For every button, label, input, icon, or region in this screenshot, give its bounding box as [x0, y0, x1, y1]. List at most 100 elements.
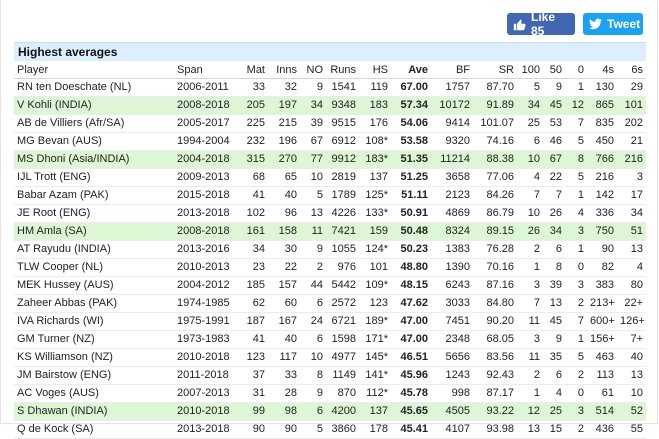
cell-span: 2007-2013 — [174, 384, 234, 403]
cell-sr: 84.26 — [473, 186, 517, 205]
cell-fours: 130 — [587, 78, 617, 97]
cell-ave: 53.58 — [391, 132, 431, 151]
cell-fifties: 9 — [543, 330, 565, 349]
cell-hundreds: 10 — [517, 150, 543, 169]
facebook-like-button[interactable]: Like 85 — [507, 10, 575, 38]
cell-hundreds: 5 — [517, 78, 543, 97]
column-header-fours: 4s — [587, 61, 617, 79]
cell-no: 39 — [300, 114, 326, 133]
cell-mat: 68 — [234, 168, 268, 187]
cell-fours: 142 — [587, 186, 617, 205]
cell-hundreds: 34 — [517, 96, 543, 115]
cell-ducks: 2 — [565, 420, 587, 439]
cell-player: V Kohli (INDIA) — [14, 96, 174, 115]
cell-player: IJL Trott (ENG) — [14, 168, 174, 187]
cell-ducks: 3 — [565, 222, 587, 241]
cell-fifties: 67 — [543, 150, 565, 169]
cell-span: 2010-2013 — [174, 258, 234, 277]
cell-no: 10 — [300, 348, 326, 367]
cell-sixes: 21 — [617, 132, 646, 151]
cell-ducks: 0 — [565, 384, 587, 403]
cell-fifties: 35 — [543, 348, 565, 367]
cell-fours: 450 — [587, 132, 617, 151]
cell-player: AB de Villiers (Afr/SA) — [14, 114, 174, 133]
cell-runs: 1598 — [326, 330, 359, 349]
cell-hs: 145* — [359, 348, 391, 367]
cell-runs: 2572 — [326, 294, 359, 313]
cell-runs: 1789 — [326, 186, 359, 205]
cell-runs: 6912 — [326, 132, 359, 151]
cell-inns: 40 — [268, 330, 300, 349]
cell-hundreds: 12 — [517, 402, 543, 421]
cell-hs: 176 — [359, 114, 391, 133]
cell-fifties: 22 — [543, 168, 565, 187]
cell-mat: 62 — [234, 294, 268, 313]
cell-sixes: 101 — [617, 96, 646, 115]
column-header-sr: SR — [473, 61, 517, 79]
cell-player: JM Bairstow (ENG) — [14, 366, 174, 385]
cell-hs: 137 — [359, 402, 391, 421]
table-row: AB de Villiers (Afr/SA) 2005-2017 225 215 39… — [14, 114, 646, 133]
cell-inns: 215 — [268, 114, 300, 133]
tweet-button[interactable]: Tweet — [583, 13, 643, 35]
cell-ducks: 2 — [565, 366, 587, 385]
cell-fifties: 53 — [543, 114, 565, 133]
cell-hundreds: 11 — [517, 348, 543, 367]
cell-no: 34 — [300, 96, 326, 115]
column-header-bf: BF — [431, 61, 473, 79]
cell-hs: 183 — [359, 96, 391, 115]
cell-no: 9 — [300, 384, 326, 403]
cell-bf: 11214 — [431, 150, 473, 169]
cell-ducks: 1 — [565, 330, 587, 349]
table-row: JM Bairstow (ENG) 2011-2018 37 33 8 1149 141* 4… — [14, 366, 646, 385]
cell-ave: 45.78 — [391, 384, 431, 403]
cell-ave: 47.62 — [391, 294, 431, 313]
cell-span: 2015-2018 — [174, 186, 234, 205]
cell-sixes: 3 — [617, 168, 646, 187]
twitter-bird-icon — [589, 18, 602, 30]
cell-mat: 33 — [234, 78, 268, 97]
cell-mat: 225 — [234, 114, 268, 133]
cell-sr: 88.38 — [473, 150, 517, 169]
cell-inns: 30 — [268, 240, 300, 259]
cell-hundreds: 11 — [517, 312, 543, 331]
column-header-runs: Runs — [326, 61, 359, 79]
cell-ave: 54.06 — [391, 114, 431, 133]
cell-fifties: 26 — [543, 204, 565, 223]
column-header-ave: Ave — [391, 61, 431, 79]
cell-bf: 1243 — [431, 366, 473, 385]
cell-inns: 167 — [268, 312, 300, 331]
cell-no: 24 — [300, 312, 326, 331]
table-row: GM Turner (NZ) 1973-1983 41 40 6 1598 171* 47.0… — [14, 330, 646, 349]
cell-ducks: 4 — [565, 204, 587, 223]
cell-ave: 48.15 — [391, 276, 431, 295]
cell-player: AT Rayudu (INDIA) — [14, 240, 174, 259]
cell-hs: 109* — [359, 276, 391, 295]
cell-span: 1973-1983 — [174, 330, 234, 349]
cell-fours: 865 — [587, 96, 617, 115]
cell-sixes: 13 — [617, 366, 646, 385]
cell-ave: 50.91 — [391, 204, 431, 223]
cell-sr: 90.20 — [473, 312, 517, 331]
cell-player: MG Bevan (AUS) — [14, 132, 174, 151]
cell-player: IVA Richards (WI) — [14, 312, 174, 331]
cell-span: 2013-2018 — [174, 420, 234, 439]
cell-span: 2004-2012 — [174, 276, 234, 295]
cell-mat: 41 — [234, 186, 268, 205]
column-header-sixes: 6s — [617, 61, 646, 79]
cell-hundreds: 1 — [517, 384, 543, 403]
cell-player: GM Turner (NZ) — [14, 330, 174, 349]
cell-player: AC Voges (AUS) — [14, 384, 174, 403]
cell-fours: 82 — [587, 258, 617, 277]
column-header-no: NO — [300, 61, 326, 79]
cell-ave: 51.11 — [391, 186, 431, 205]
cell-bf: 5656 — [431, 348, 473, 367]
table-row: MG Bevan (AUS) 1994-2004 232 196 67 6912 108* 5… — [14, 132, 646, 151]
table-caption: Highest averages — [14, 42, 646, 61]
cell-sixes: 52 — [617, 402, 646, 421]
cell-sr: 93.98 — [473, 420, 517, 439]
cell-hs: 133* — [359, 204, 391, 223]
cell-hundreds: 3 — [517, 330, 543, 349]
cell-ave: 50.48 — [391, 222, 431, 241]
cell-mat: 185 — [234, 276, 268, 295]
